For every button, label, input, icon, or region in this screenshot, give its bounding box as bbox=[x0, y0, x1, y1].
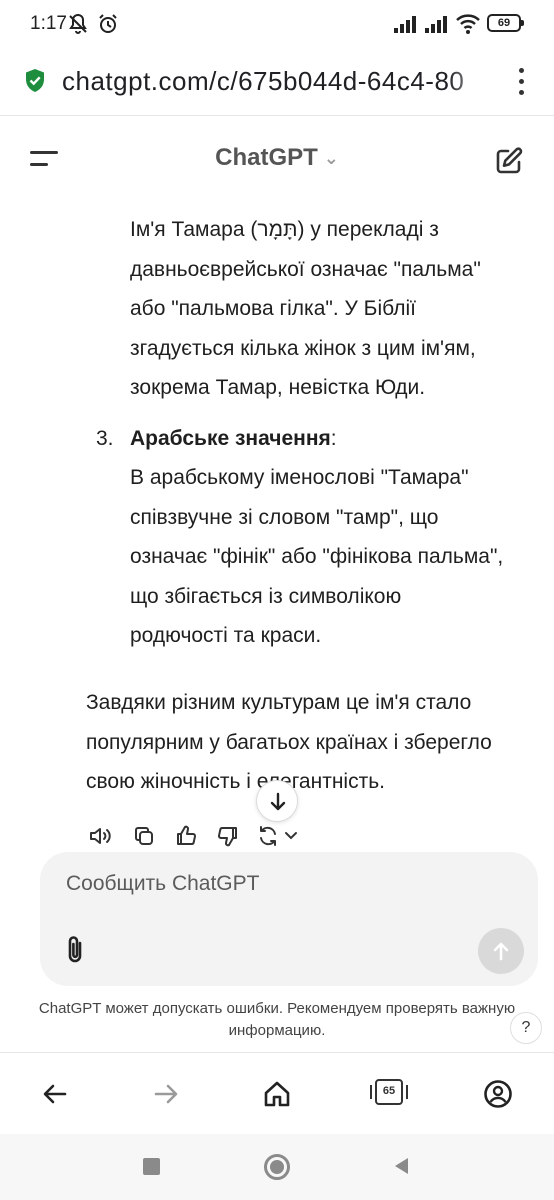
message-line: або "пальмова гілка". У Біблії bbox=[130, 297, 416, 320]
recent-apps-icon[interactable] bbox=[143, 1158, 160, 1175]
chevron-down-icon: ⌄ bbox=[323, 148, 339, 169]
status-time: 1:17 bbox=[30, 13, 67, 34]
back-arrow-icon[interactable] bbox=[40, 1079, 70, 1114]
list-item-line: родючості та краси. bbox=[130, 624, 322, 647]
disclaimer-text: ChatGPT может допускать ошибки. Рекоменд… bbox=[38, 1000, 516, 1039]
home-icon[interactable] bbox=[262, 1079, 292, 1114]
browser-menu-icon[interactable] bbox=[514, 68, 528, 98]
url-text[interactable]: chatgpt.com/c/675b044d-64c4-80 bbox=[62, 66, 492, 97]
copy-icon[interactable] bbox=[132, 824, 156, 853]
system-back-icon[interactable] bbox=[392, 1156, 410, 1181]
list-item-line: означає "фінік" або "фінікова пальма", bbox=[130, 545, 504, 568]
phone-screen: 1:17 69 chatgpt.com/c/675b044d-64c4-80 C… bbox=[0, 0, 554, 1200]
tab-switcher-button[interactable]: 65 bbox=[370, 1079, 408, 1105]
app-title: ChatGPT bbox=[215, 144, 318, 171]
conclusion-line: популярним у багатьох країнах і зберегло bbox=[86, 731, 492, 754]
conclusion-line: свою жіночність і елегантність. bbox=[86, 770, 385, 793]
forward-arrow-icon[interactable] bbox=[151, 1079, 181, 1114]
chat-header: ChatGPT ⌄ bbox=[0, 118, 554, 200]
mute-notifications-icon bbox=[66, 12, 90, 41]
message-line: давньоєврейської означає "пальма" bbox=[130, 258, 481, 281]
alarm-icon bbox=[96, 12, 120, 41]
read-aloud-icon[interactable] bbox=[88, 824, 114, 853]
regenerate-icon[interactable] bbox=[256, 824, 302, 853]
message-line: згадується кілька жінок з цим ім'ям, bbox=[130, 337, 476, 360]
url-fade bbox=[448, 60, 496, 104]
send-button[interactable] bbox=[478, 928, 524, 974]
thumbs-down-icon[interactable] bbox=[216, 824, 240, 853]
system-nav-bar bbox=[0, 1134, 554, 1200]
arrow-down-icon bbox=[270, 792, 286, 811]
list-item-line: що збігається із символікою bbox=[130, 585, 402, 608]
message-composer bbox=[40, 852, 538, 986]
help-button[interactable]: ? bbox=[510, 1012, 542, 1044]
conclusion-line: Завдяки різним культурам це ім'я стало bbox=[86, 691, 472, 714]
list-item-line: співзвучне зі словом "тамр", що bbox=[130, 506, 439, 529]
list-item-number: 3. bbox=[96, 427, 114, 450]
list-item-heading-bold: Арабське значення bbox=[130, 427, 331, 450]
system-home-icon[interactable] bbox=[264, 1154, 290, 1180]
browser-bottom-bar: 65 bbox=[0, 1052, 554, 1134]
message-input[interactable] bbox=[66, 872, 486, 896]
message-line: Ім'я Тамара (תָּמָר) у перекладі з bbox=[130, 218, 439, 241]
arrow-up-icon bbox=[493, 942, 509, 961]
message-actions bbox=[0, 820, 554, 854]
new-chat-icon[interactable] bbox=[494, 146, 524, 181]
browser-url-bar[interactable]: chatgpt.com/c/675b044d-64c4-80 bbox=[0, 50, 554, 116]
paperclip-icon[interactable] bbox=[64, 934, 88, 971]
list-item-heading: Арабське значення: bbox=[130, 419, 337, 459]
list-item-line: В арабському іменослові "Тамара" bbox=[130, 466, 469, 489]
status-bar: 1:17 69 bbox=[0, 0, 554, 50]
account-icon[interactable] bbox=[483, 1079, 513, 1114]
chat-thread: Ім'я Тамара (תָּמָר) у перекладі з давнь… bbox=[0, 200, 554, 860]
scroll-to-bottom-button[interactable] bbox=[256, 780, 298, 822]
signal-icon bbox=[393, 14, 419, 39]
model-selector[interactable]: ChatGPT ⌄ bbox=[0, 144, 554, 172]
heading-suffix: : bbox=[330, 427, 337, 450]
secure-shield-icon[interactable] bbox=[24, 68, 46, 99]
battery-indicator: 69 bbox=[487, 14, 524, 32]
thumbs-up-icon[interactable] bbox=[174, 824, 198, 853]
message-line: зокрема Тамар, невістка Юди. bbox=[130, 376, 426, 399]
signal-2-icon bbox=[424, 14, 450, 39]
wifi-icon bbox=[455, 13, 481, 40]
